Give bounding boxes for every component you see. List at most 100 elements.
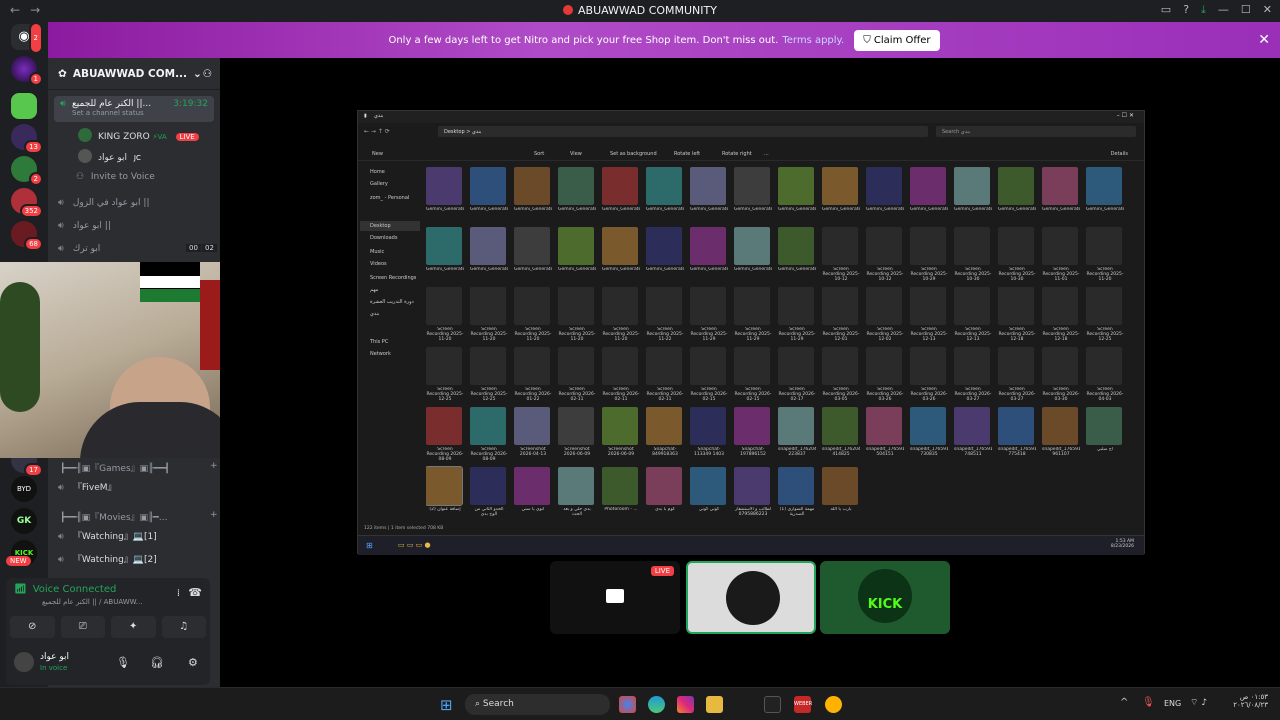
- file-tile[interactable]: كوم با بدي: [646, 467, 684, 522]
- file-tile[interactable]: Screen Recording 2026-03-26: [910, 347, 948, 402]
- active-server-icon[interactable]: [11, 93, 37, 119]
- file-tile[interactable]: Gemini_Generated_Image_pon: [514, 227, 552, 282]
- camera-off-button[interactable]: ⊘: [10, 616, 55, 638]
- file-tile[interactable]: Gemini_Generated_Image_zbt: [778, 227, 816, 282]
- nav-gallery[interactable]: Gallery: [370, 181, 388, 187]
- file-tile[interactable]: Screenshot 2026-06-09: [558, 407, 596, 462]
- explorer-window-controls[interactable]: – ☐ ✕: [1117, 112, 1134, 119]
- help-icon[interactable]: ?: [1183, 3, 1189, 17]
- file-tile[interactable]: snapedit_1765911 748511: [954, 407, 992, 462]
- nav-folder[interactable]: بندي: [370, 311, 379, 317]
- terminal-icon[interactable]: [764, 696, 781, 713]
- edge-icon[interactable]: [648, 696, 665, 713]
- file-tile[interactable]: Snapchat-113349 1403: [690, 407, 728, 462]
- chrome-icon[interactable]: [619, 696, 636, 713]
- server-icon[interactable]: 352: [11, 188, 43, 218]
- file-tile[interactable]: انوي يا سني: [514, 467, 552, 522]
- file-tile[interactable]: Screen Recording 2025-11-20: [426, 287, 464, 342]
- file-tile[interactable]: Gemini_Generated_Image_dub: [734, 167, 772, 222]
- file-tile[interactable]: snapedit_1765911 730835: [910, 407, 948, 462]
- file-tile[interactable]: Screen Recording 2025-11-29: [690, 287, 728, 342]
- file-tile[interactable]: Screen Recording 2025-11-20: [514, 287, 552, 342]
- file-tile[interactable]: snapedit_1765912 961107: [1042, 407, 1080, 462]
- voice-channel[interactable]: 🔊︎ ابو عواد ||: [58, 221, 220, 231]
- file-tile[interactable]: Screen Recording 2025-10-12: [822, 227, 860, 282]
- download-icon[interactable]: ⤓: [1201, 3, 1206, 17]
- toolbar-new[interactable]: New: [372, 151, 383, 157]
- file-tile[interactable]: Photoroom - ...: [602, 467, 640, 522]
- user-avatar[interactable]: [14, 652, 34, 672]
- voice-channel-path[interactable]: الكنر عام للجميع || / ABUAWW...: [42, 598, 162, 606]
- participant-tile-focused[interactable]: [686, 561, 816, 634]
- add-channel-icon[interactable]: +: [210, 510, 218, 520]
- nav-home[interactable]: Home: [370, 169, 385, 175]
- start-icon[interactable]: ⊞: [440, 696, 457, 714]
- file-tile[interactable]: Gemini_Generated_Image_78w: [470, 167, 508, 222]
- file-tile[interactable]: Screen Recording 2026-02-11: [602, 347, 640, 402]
- inbox-icon[interactable]: ▭: [1161, 3, 1171, 17]
- settings-gear-icon[interactable]: ⚙: [188, 656, 198, 669]
- add-member-icon[interactable]: ⚇: [203, 68, 212, 80]
- file-tile[interactable]: Gemini_Generated_Image_fk: [866, 167, 904, 222]
- voice-member[interactable]: KING ZORO ⚡VA LIVE: [78, 128, 220, 142]
- channel-status[interactable]: Set a channel status: [72, 109, 208, 117]
- file-tile[interactable]: Gemini_Generated_Image_wfd: [690, 227, 728, 282]
- file-tile[interactable]: snapedit_1765911 504151: [866, 407, 904, 462]
- voice-channel[interactable]: 🔊︎ ابو ترك 00 02: [58, 244, 220, 254]
- file-tile[interactable]: Screen Recording 2025-10-12: [866, 227, 904, 282]
- file-tile[interactable]: Gemini_Generated_Image_40ae: [558, 167, 596, 222]
- file-tile[interactable]: Screen Recording 2025-11-29: [734, 287, 772, 342]
- nav-onedrive[interactable]: zom_ - Personal: [370, 195, 409, 201]
- file-tile[interactable]: Snapchat-197896152: [734, 407, 772, 462]
- taskbar-clock[interactable]: ٠١:٥٣ ص ٢٠٢٦/٠٨/٢٣: [1228, 693, 1268, 709]
- voice-channel[interactable]: 🔊︎ 『Watching』💻[1]: [58, 529, 220, 542]
- file-tile[interactable]: مهمة السواري (1) الصدرية: [778, 467, 816, 522]
- headphones-icon[interactable]: 🎧︎: [150, 656, 164, 669]
- file-tile[interactable]: Gemini_Generated_Image_ov2: [1086, 167, 1124, 222]
- search-box[interactable]: Search بندي: [936, 126, 1136, 137]
- file-tile[interactable]: اج سلبي: [1086, 407, 1124, 462]
- nav-network[interactable]: Network: [370, 351, 391, 357]
- file-tile[interactable]: Screen Recording 2026-08-09: [470, 407, 508, 462]
- toolbar-rotate-left[interactable]: Rotate left: [674, 151, 700, 157]
- participant-tile-screen[interactable]: LIVE: [550, 561, 680, 634]
- nav-downloads[interactable]: Downloads: [370, 235, 397, 241]
- explorer-tab-title[interactable]: بندي: [374, 113, 383, 119]
- minimize-icon[interactable]: —: [1218, 3, 1229, 17]
- voice-channel[interactable]: 🔊︎ ابو عواد في الزول ||: [58, 198, 220, 208]
- file-tile[interactable]: Snapchat-849918363: [646, 407, 684, 462]
- file-tile[interactable]: snapedit_1762043 414825: [822, 407, 860, 462]
- file-tile[interactable]: Screen Recording 2025-12-01: [822, 287, 860, 342]
- file-tile[interactable]: Gemini_Generated_Image_fhy: [822, 167, 860, 222]
- invite-to-voice[interactable]: ⚇ Invite to Voice›: [76, 172, 220, 182]
- file-tile[interactable]: snapedit_1765911 775418: [998, 407, 1036, 462]
- toolbar-view[interactable]: View: [570, 151, 582, 157]
- voice-channel[interactable]: 🔊︎ 『Watching』💻[2]: [58, 552, 220, 565]
- nav-videos[interactable]: Videos: [370, 261, 387, 267]
- toolbar-more[interactable]: ...: [764, 151, 769, 157]
- file-tile[interactable]: Screen Recording 2025-12-02: [866, 287, 904, 342]
- voice-member[interactable]: ابو عواد JC: [78, 149, 220, 163]
- file-tile[interactable]: Screen Recording 2025-12-13: [954, 287, 992, 342]
- voice-channel[interactable]: 🔊︎ 『FiveM』: [58, 480, 220, 493]
- server-icon[interactable]: 68: [11, 221, 43, 251]
- taskbar-search[interactable]: ⌕ Search: [465, 694, 610, 715]
- file-tile[interactable]: Screen Recording 2025-11-20: [558, 287, 596, 342]
- file-tile[interactable]: Screen Recording 2026-02-17: [778, 347, 816, 402]
- file-tile[interactable]: Screenshot 2026-06-09: [602, 407, 640, 462]
- category-games[interactable]: ┣━━╢▣『Games』▣╟━━┫ +: [60, 461, 220, 474]
- screen-share-button[interactable]: ⎚: [60, 616, 105, 638]
- file-tile[interactable]: Gemini_Generated_Image_tq3: [602, 227, 640, 282]
- discord-home-icon[interactable]: ◉ 2: [11, 22, 43, 54]
- file-tile[interactable]: Gemini_Generated_Image_hx: [998, 167, 1036, 222]
- language-indicator[interactable]: ENG: [1164, 699, 1181, 708]
- tray-chevron-icon[interactable]: ^: [1120, 697, 1128, 708]
- file-tile[interactable]: Screen Recording 2025-11-29: [778, 287, 816, 342]
- file-tile[interactable]: Screen Recording 2025-12-13: [910, 287, 948, 342]
- file-tile[interactable]: Screen Recording 2026-03-27: [998, 347, 1036, 402]
- file-tile[interactable]: Screen Recording 2026-03-05: [822, 347, 860, 402]
- file-tile[interactable]: snapedit_1762043 223837: [778, 407, 816, 462]
- app-icon[interactable]: WEBER: [794, 696, 812, 713]
- nav-folder[interactable]: مهم: [370, 287, 378, 293]
- file-tile[interactable]: Gemini_Generated_Image_uvg: [646, 227, 684, 282]
